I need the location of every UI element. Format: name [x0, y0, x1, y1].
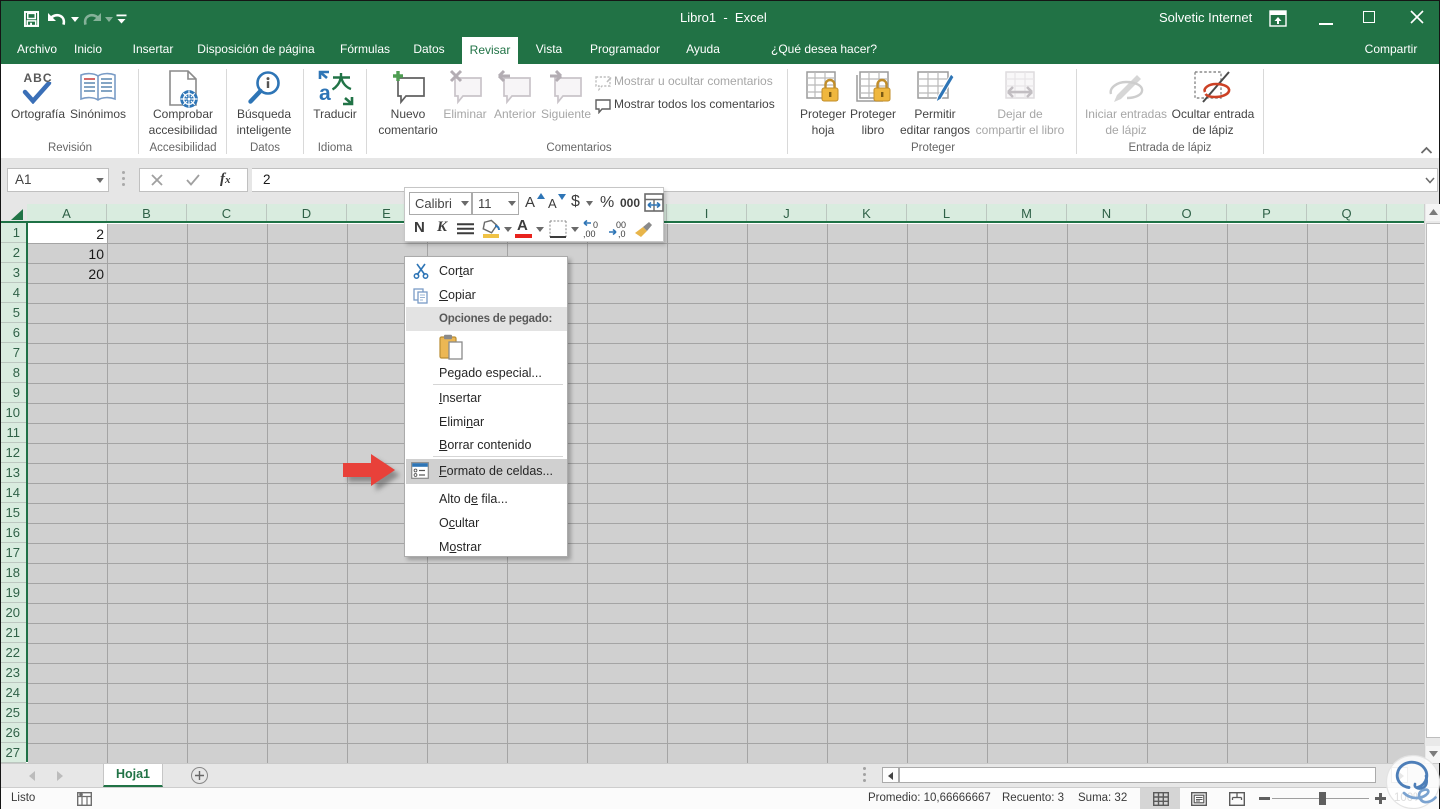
svg-text:,00: ,00 — [583, 229, 596, 239]
svg-text:,0: ,0 — [618, 229, 626, 239]
svg-text:a: a — [319, 82, 331, 105]
